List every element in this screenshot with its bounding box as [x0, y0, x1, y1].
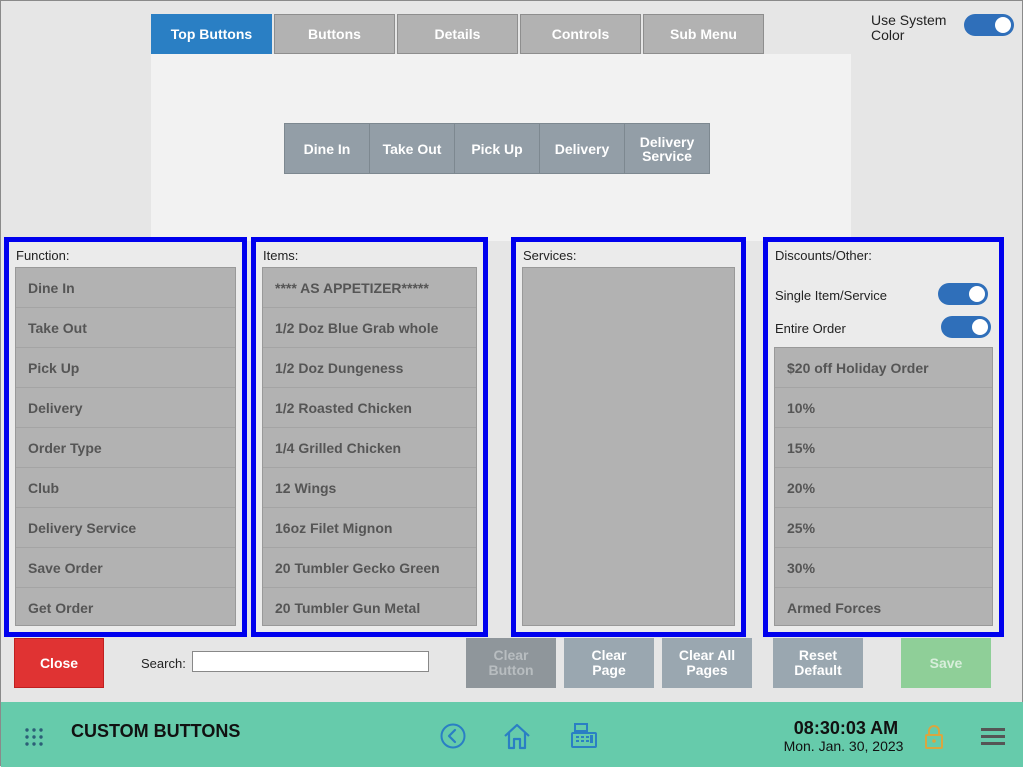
clock-date: Mon. Jan. 30, 2023 [783, 738, 904, 754]
list-item[interactable]: Club [16, 468, 235, 508]
list-item[interactable]: 15% [775, 428, 992, 468]
use-system-color-toggle[interactable] [964, 14, 1014, 36]
preview-button-dine-in[interactable]: Dine In [284, 123, 370, 174]
tab-buttons[interactable]: Buttons [274, 14, 395, 54]
discounts-panel-title: Discounts/Other: [775, 248, 872, 263]
list-item[interactable]: Armed Forces [775, 588, 992, 625]
clear-button-button[interactable]: Clear Button [466, 638, 556, 688]
preview-button-delivery-service[interactable]: Delivery Service [624, 123, 710, 174]
list-item[interactable]: Delivery Service [16, 508, 235, 548]
search-label: Search: [141, 656, 186, 671]
list-item[interactable]: **** AS APPETIZER***** [263, 268, 476, 308]
tab-details[interactable]: Details [397, 14, 518, 54]
entire-order-toggle[interactable] [941, 316, 991, 338]
list-item[interactable]: Delivery [16, 388, 235, 428]
single-item-label: Single Item/Service [775, 288, 887, 303]
page-title: CUSTOM BUTTONS [71, 721, 241, 741]
single-item-toggle[interactable] [938, 283, 988, 305]
list-item[interactable]: Dine In [16, 268, 235, 308]
save-button[interactable]: Save [901, 638, 991, 688]
clear-all-pages-button[interactable]: Clear All Pages [662, 638, 752, 688]
list-item[interactable]: Order Type [16, 428, 235, 468]
clear-page-button[interactable]: Clear Page [564, 638, 654, 688]
list-item[interactable]: Take Out [16, 308, 235, 348]
tab-top-buttons[interactable]: Top Buttons [151, 14, 272, 54]
list-item[interactable]: 1/2 Doz Dungeness [263, 348, 476, 388]
back-icon[interactable] [440, 723, 466, 749]
close-button[interactable]: Close [14, 638, 104, 688]
list-item[interactable]: 25% [775, 508, 992, 548]
list-item[interactable]: 1/2 Roasted Chicken [263, 388, 476, 428]
list-item[interactable]: 16oz Filet Mignon [263, 508, 476, 548]
toggle-knob [969, 286, 985, 302]
discounts-list[interactable]: $20 off Holiday Order 10% 15% 20% 25% 30… [774, 347, 993, 626]
list-item[interactable]: $20 off Holiday Order [775, 348, 992, 388]
entire-order-label: Entire Order [775, 321, 846, 336]
items-panel: Items: **** AS APPETIZER***** 1/2 Doz Bl… [251, 237, 488, 637]
preview-button-delivery[interactable]: Delivery [539, 123, 625, 174]
list-item[interactable]: 1/4 Grilled Chicken [263, 428, 476, 468]
tab-sub-menu[interactable]: Sub Menu [643, 14, 764, 54]
list-item[interactable]: 20 Tumbler Gun Metal [263, 588, 476, 625]
grid-menu-icon[interactable] [24, 727, 44, 747]
list-item[interactable]: Save Order [16, 548, 235, 588]
list-item[interactable]: 20 Tumbler Gecko Green [263, 548, 476, 588]
list-item[interactable]: 30% [775, 548, 992, 588]
reset-default-button[interactable]: Reset Default [773, 638, 863, 688]
discounts-panel: Discounts/Other: Single Item/Service Ent… [763, 237, 1004, 637]
footer-bar: CUSTOM BUTTONS 08:30:03 AM Mon. Jan. 30,… [1, 702, 1023, 767]
list-item[interactable]: 1/2 Doz Blue Grab whole [263, 308, 476, 348]
home-icon[interactable] [502, 721, 532, 751]
top-buttons-preview: Dine In Take Out Pick Up Delivery Delive… [151, 54, 851, 241]
items-panel-title: Items: [263, 248, 299, 263]
function-panel-title: Function: [16, 248, 70, 263]
list-item[interactable]: 10% [775, 388, 992, 428]
list-item[interactable]: Get Order [16, 588, 235, 625]
function-list[interactable]: Dine In Take Out Pick Up Delivery Order … [15, 267, 236, 626]
tab-controls[interactable]: Controls [520, 14, 641, 54]
cash-register-icon[interactable] [569, 722, 599, 750]
app-window: Top Buttons Buttons Details Controls Sub… [0, 0, 1023, 767]
list-item[interactable]: 12 Wings [263, 468, 476, 508]
toggle-knob [995, 17, 1011, 33]
items-list[interactable]: **** AS APPETIZER***** 1/2 Doz Blue Grab… [262, 267, 477, 626]
clock-time: 08:30:03 AM [793, 718, 899, 738]
search-input[interactable] [192, 651, 429, 672]
use-system-color-label: Use System Color [871, 12, 947, 43]
list-item[interactable]: 20% [775, 468, 992, 508]
list-item[interactable]: Pick Up [16, 348, 235, 388]
services-panel: Services: [511, 237, 746, 637]
function-panel: Function: Dine In Take Out Pick Up Deliv… [4, 237, 247, 637]
services-list[interactable] [522, 267, 735, 626]
preview-button-take-out[interactable]: Take Out [369, 123, 455, 174]
lock-icon[interactable] [923, 724, 945, 750]
logged-in-user [71, 742, 241, 756]
preview-button-pick-up[interactable]: Pick Up [454, 123, 540, 174]
toggle-knob [972, 319, 988, 335]
services-panel-title: Services: [523, 248, 577, 263]
hamburger-menu-icon[interactable] [981, 727, 1005, 745]
